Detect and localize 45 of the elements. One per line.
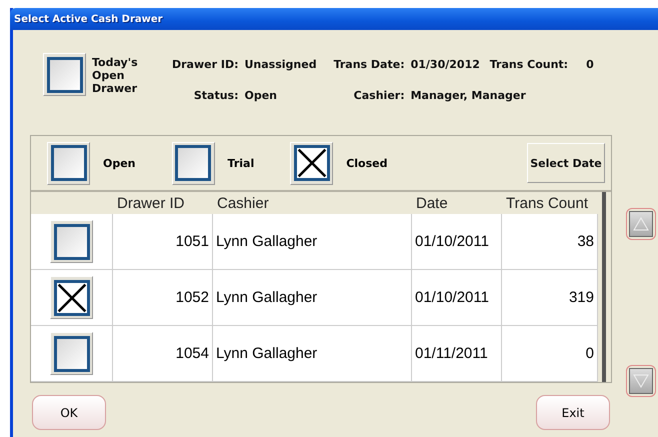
filter-label: Open [103,156,136,170]
field-value: Open [244,89,278,102]
window-title: Select Active Cash Drawer [14,14,163,24]
field-label: Trans Date: [334,58,405,71]
down-triangle-icon [633,374,649,388]
table-cell: Lynn Gallagher [213,326,412,382]
field-value: Unassigned [244,58,317,71]
checkbox-label: Today's Open Drawer [92,56,139,95]
table-cell: 1051 [113,214,213,270]
filter-label: Trial [228,156,254,170]
filter-checkbox[interactable] [290,142,334,184]
filter-checkbox[interactable] [172,142,215,184]
exit-button[interactable]: Exit [536,395,610,430]
column-header: Trans Count [506,194,588,212]
table-cell: 01/11/2011 [412,326,502,382]
filter-checkbox[interactable] [47,142,90,184]
field-label: Trans Count: [490,58,568,71]
field-label: Drawer ID: [172,58,238,71]
column-header: Cashier [217,194,269,212]
table-cell: 0 [502,326,598,382]
field-value: Manager, Manager [410,89,526,102]
row-checkbox[interactable] [50,332,93,375]
column-header: Drawer ID [117,194,185,212]
row-checkbox[interactable] [50,220,93,263]
table-cell: Lynn Gallagher [213,214,412,270]
field-label: Status: [194,89,238,102]
column-header: Date [416,194,448,212]
field-value: 0 [586,58,594,71]
scroll-up-button[interactable] [626,208,656,240]
ok-button[interactable]: OK [32,395,106,430]
table-cell: 01/10/2011 [412,214,502,270]
table-cell: 1054 [113,326,213,382]
table-cell: 319 [502,270,598,326]
field-label: Cashier: [354,89,405,102]
checkbox[interactable] [43,53,86,96]
table-cell: 38 [502,214,598,270]
select-date-button[interactable]: Select Date [527,143,605,183]
scroll-down-button[interactable] [626,365,656,397]
filter-label: Closed [346,156,388,170]
table-cell: Lynn Gallagher [213,270,412,326]
table-cell: 1052 [113,270,213,326]
row-checkbox[interactable] [50,276,93,319]
up-triangle-icon [633,217,649,231]
table-cell: 01/10/2011 [412,270,502,326]
field-value: 01/30/2012 [410,58,480,71]
